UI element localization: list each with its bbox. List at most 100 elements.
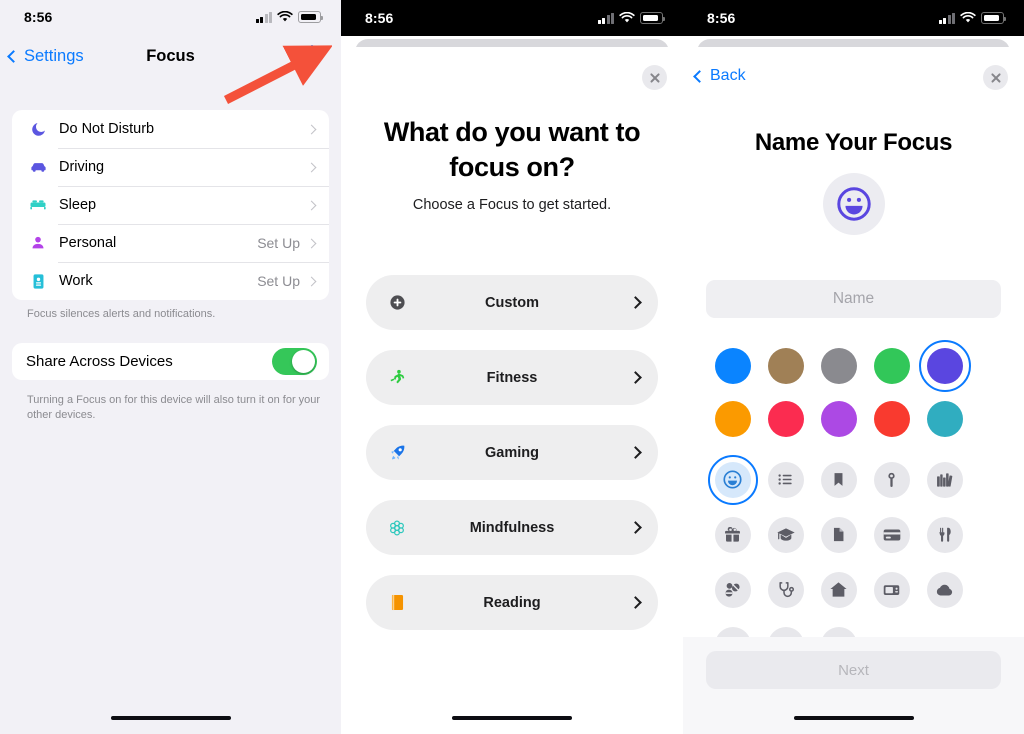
focus-row-personal[interactable]: Personal Set Up bbox=[12, 224, 329, 262]
wifi-icon bbox=[277, 11, 293, 22]
icon-option-smiley-face[interactable] bbox=[706, 452, 759, 507]
color-swatch-orange[interactable] bbox=[706, 392, 759, 445]
wifi-icon bbox=[619, 12, 635, 23]
icon-option-cloud[interactable] bbox=[918, 562, 971, 617]
color-swatch-gray[interactable] bbox=[812, 339, 865, 392]
color-swatch-green[interactable] bbox=[865, 339, 918, 392]
color-swatch-pink[interactable] bbox=[759, 392, 812, 445]
icon-option-graduation-cap[interactable] bbox=[759, 507, 812, 562]
cellular-signal-icon bbox=[255, 11, 272, 23]
close-icon[interactable] bbox=[983, 65, 1008, 90]
phone-panel-choose-focus: 8:56 What do you want to focus on? Choos… bbox=[341, 0, 683, 734]
icon-option-tv[interactable] bbox=[865, 562, 918, 617]
focus-option-reading[interactable]: Reading bbox=[366, 575, 658, 630]
share-across-devices-section: Share Across Devices bbox=[0, 343, 341, 380]
phone-panel-name-your-focus: 8:56 Back Name Your Focus Name Next bbox=[683, 0, 1024, 734]
share-footer-note: Turning a Focus on for this device will … bbox=[27, 394, 321, 421]
sheet-back-button[interactable]: Back bbox=[693, 67, 746, 85]
icon-option-books[interactable] bbox=[918, 452, 971, 507]
focus-option-gaming[interactable]: Gaming bbox=[366, 425, 658, 480]
document-icon bbox=[833, 527, 844, 542]
icon-option-pin[interactable] bbox=[865, 452, 918, 507]
focus-option-custom[interactable]: Custom bbox=[366, 275, 658, 330]
focus-row-label: Do Not Disturb bbox=[59, 121, 155, 137]
list-icon bbox=[778, 474, 792, 485]
sheet-title: What do you want to focus on? bbox=[383, 117, 641, 183]
share-label: Share Across Devices bbox=[26, 353, 173, 370]
focus-row-label: Work bbox=[59, 273, 93, 289]
focus-option-mindfulness[interactable]: Mindfulness bbox=[366, 500, 658, 555]
status-time: 8:56 bbox=[365, 10, 394, 26]
color-swatch-teal[interactable] bbox=[918, 392, 971, 445]
share-toggle[interactable] bbox=[272, 348, 317, 375]
icon-option-list[interactable] bbox=[759, 452, 812, 507]
pin-icon bbox=[888, 472, 895, 488]
focus-option-label: Gaming bbox=[485, 444, 539, 461]
wifi-icon bbox=[960, 12, 976, 23]
smiley-face-icon bbox=[723, 470, 742, 489]
gift-icon bbox=[725, 526, 740, 542]
focus-row-sleep[interactable]: Sleep bbox=[12, 186, 329, 224]
status-time: 8:56 bbox=[24, 9, 53, 25]
share-note-wrap: Turning a Focus on for this device will … bbox=[0, 386, 341, 423]
icon-option-stethoscope[interactable] bbox=[759, 562, 812, 617]
focus-option-fitness[interactable]: Fitness bbox=[366, 350, 658, 405]
focus-row-do-not-disturb[interactable]: Do Not Disturb bbox=[12, 110, 329, 148]
add-focus-button[interactable] bbox=[301, 45, 323, 67]
home-indicator bbox=[452, 715, 572, 720]
house-icon bbox=[830, 582, 847, 597]
status-time: 8:56 bbox=[707, 10, 736, 26]
focus-row-driving[interactable]: Driving bbox=[12, 148, 329, 186]
status-bar: 8:56 bbox=[683, 0, 1024, 36]
chevron-right-icon bbox=[306, 200, 317, 210]
icon-option-document[interactable] bbox=[812, 507, 865, 562]
page-title: Focus bbox=[146, 46, 195, 65]
focus-name-placeholder: Name bbox=[832, 290, 875, 307]
icon-option-house[interactable] bbox=[812, 562, 865, 617]
choose-focus-sheet: What do you want to focus on? Choose a F… bbox=[341, 47, 683, 734]
focus-row-value: Set Up bbox=[257, 273, 300, 289]
status-bar: 8:56 bbox=[0, 0, 341, 34]
smiley-face-icon bbox=[836, 187, 871, 221]
color-swatch-brown[interactable] bbox=[759, 339, 812, 392]
moon-icon bbox=[26, 121, 50, 138]
icon-option-bookmark[interactable] bbox=[812, 452, 865, 507]
color-swatch-red[interactable] bbox=[865, 392, 918, 445]
focus-name-input[interactable]: Name bbox=[706, 280, 1001, 318]
books-icon bbox=[937, 473, 953, 487]
focus-row-work[interactable]: Work Set Up bbox=[12, 262, 329, 300]
person-icon bbox=[26, 235, 50, 251]
share-card: Share Across Devices bbox=[12, 343, 329, 380]
color-swatch-blue[interactable] bbox=[706, 339, 759, 392]
stethoscope-icon bbox=[778, 581, 794, 597]
credit-card-icon bbox=[883, 529, 900, 540]
chevron-left-icon bbox=[693, 69, 706, 83]
graduation-cap-icon bbox=[776, 527, 795, 541]
color-swatch-indigo[interactable] bbox=[918, 339, 971, 392]
share-across-devices-row[interactable]: Share Across Devices bbox=[12, 343, 329, 380]
chevron-right-icon bbox=[306, 276, 317, 286]
close-icon[interactable] bbox=[642, 65, 667, 90]
icon-option-pills[interactable] bbox=[706, 562, 759, 617]
focus-option-label: Mindfulness bbox=[469, 519, 555, 536]
icon-option-gift[interactable] bbox=[706, 507, 759, 562]
focus-option-label: Custom bbox=[485, 294, 539, 311]
focus-row-label: Driving bbox=[59, 159, 105, 175]
cellular-signal-icon bbox=[938, 12, 955, 24]
focus-list-section: Do Not Disturb Driving Sleep Personal Se… bbox=[0, 110, 341, 322]
screenshot-root: 8:56 Settings Focus Do Not Disturb Drivi… bbox=[0, 0, 1024, 734]
bed-icon bbox=[26, 195, 50, 215]
next-button[interactable]: Next bbox=[706, 651, 1001, 689]
icon-option-credit-card[interactable] bbox=[865, 507, 918, 562]
icon-option-fork-knife[interactable] bbox=[918, 507, 971, 562]
sheet-title: Name Your Focus bbox=[754, 129, 953, 156]
tv-icon bbox=[883, 585, 900, 596]
color-swatch-purple[interactable] bbox=[812, 392, 865, 445]
sheet-subtitle: Choose a Focus to get started. bbox=[412, 197, 612, 213]
focus-row-label: Sleep bbox=[59, 197, 97, 213]
chevron-right-icon bbox=[306, 162, 317, 172]
battery-icon bbox=[640, 12, 665, 24]
status-indicators bbox=[255, 11, 323, 23]
name-focus-sheet: Back Name Your Focus Name Next bbox=[683, 47, 1024, 734]
bookmark-icon bbox=[834, 473, 843, 486]
